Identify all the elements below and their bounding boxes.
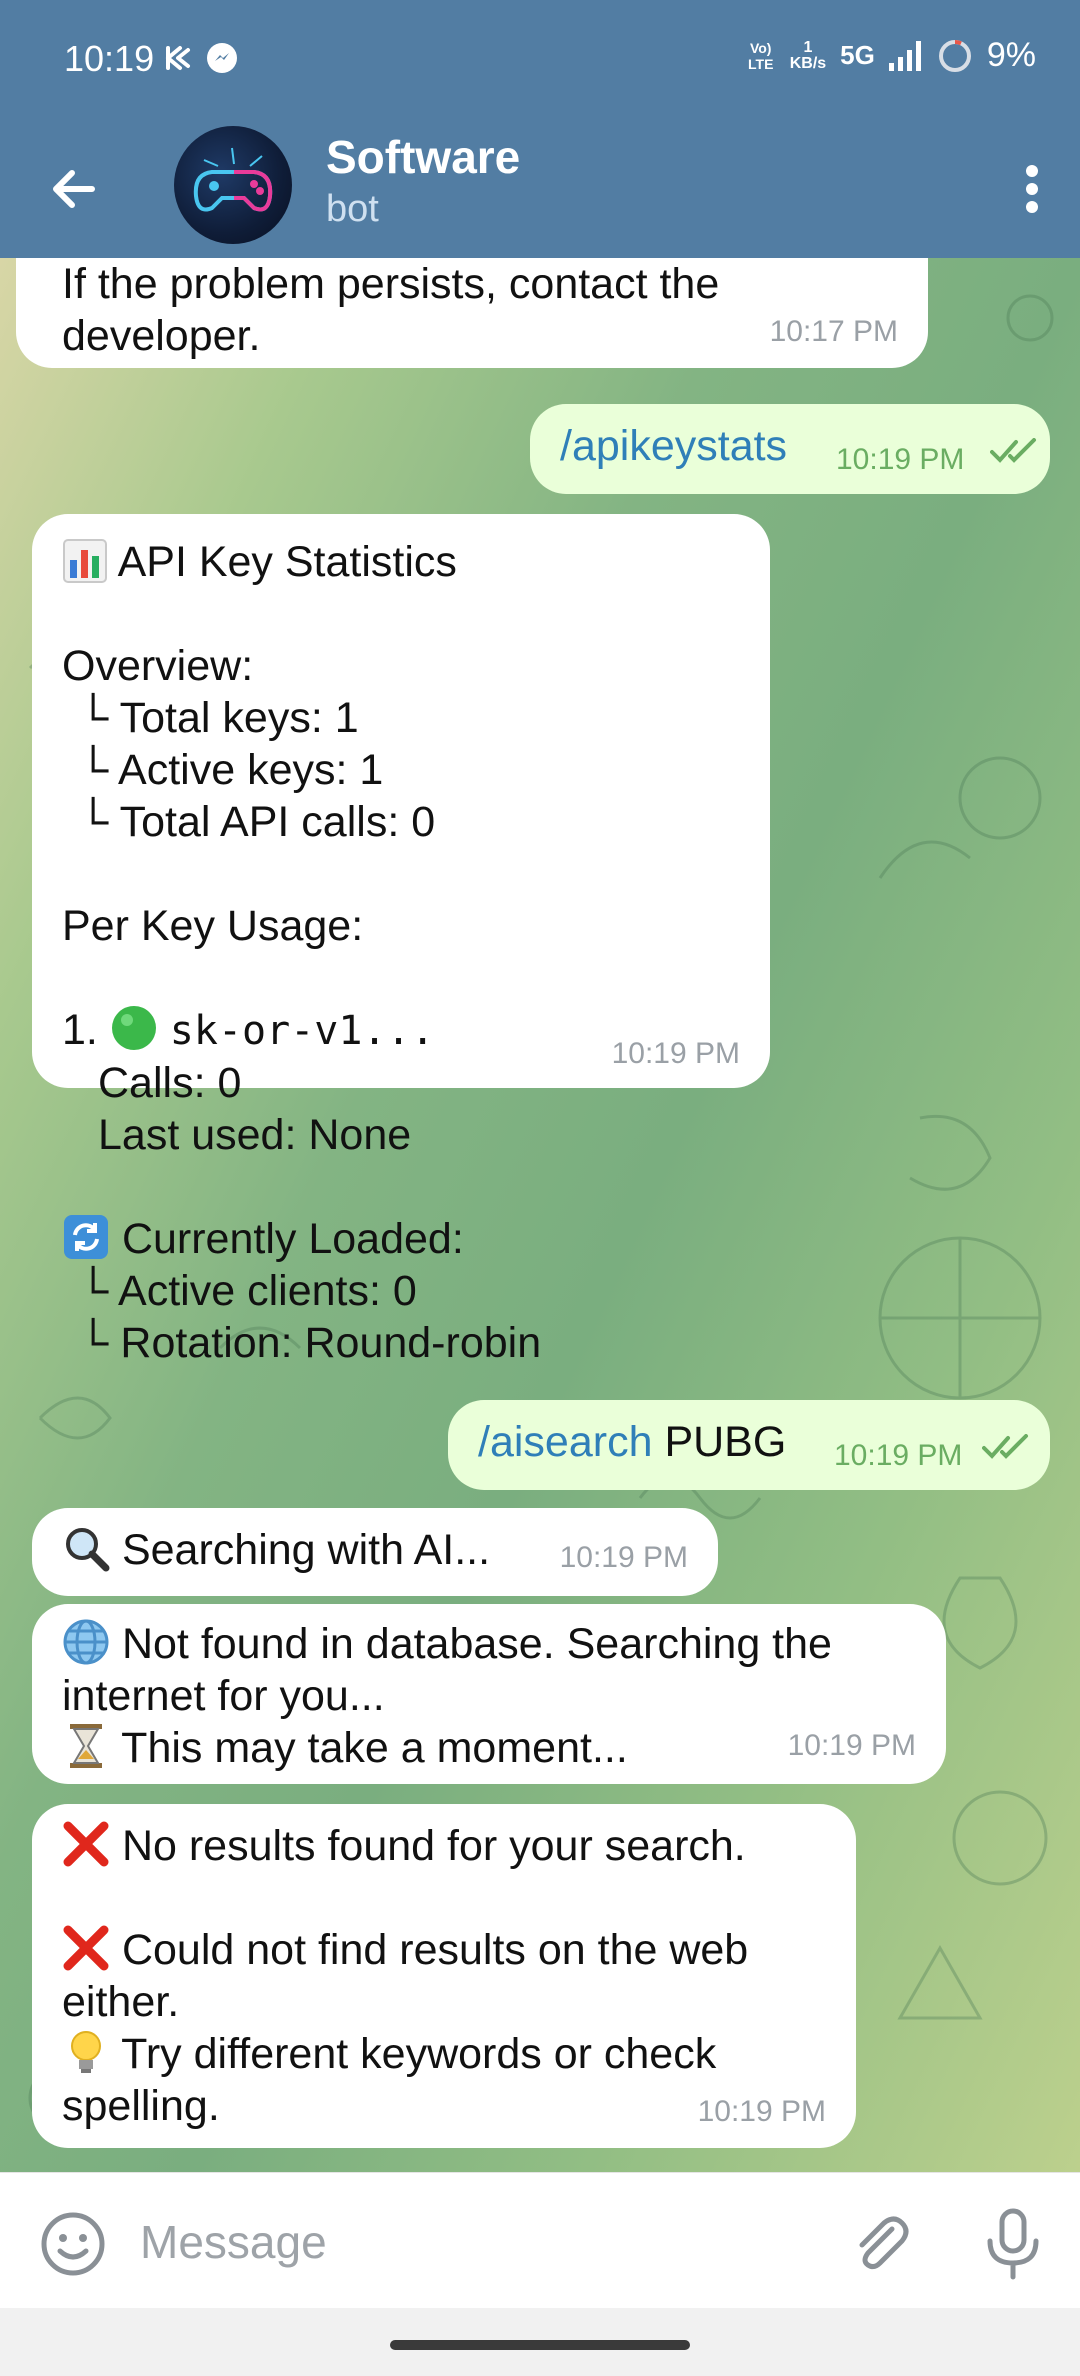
microphone-icon[interactable] <box>980 2207 1046 2281</box>
message-incoming[interactable]: If the problem persists, contact the dev… <box>16 258 928 368</box>
message-line: Not found in database. Searching the <box>62 1618 946 1670</box>
avatar[interactable] <box>174 126 292 244</box>
more-vert-icon[interactable] <box>1002 154 1062 224</box>
message-time: 10:19 PM <box>834 1439 963 1472</box>
message-line: internet for you... <box>62 1672 385 1720</box>
network-speed: 1 KB/s <box>789 38 827 72</box>
cross-mark-icon <box>63 1821 109 1867</box>
message-time: 10:19 PM <box>697 2095 826 2128</box>
message-line: No results found for your search. <box>62 1820 856 1872</box>
status-bar: 10:19 Vo) LTE 1 KB/s 5G 9% <box>0 0 1080 120</box>
light-bulb-icon <box>71 2031 101 2073</box>
loaded-label: Currently Loaded: <box>121 1215 464 1263</box>
loaded-item: └ Active clients: 0 <box>78 1267 417 1315</box>
message-line: either. <box>62 1978 180 2026</box>
chat-title[interactable]: Software <box>326 130 520 184</box>
message-line: Try different keywords or check <box>62 2028 856 2080</box>
message-line: Could not find results on the web <box>62 1924 856 1976</box>
green-circle-icon <box>111 1006 156 1050</box>
messenger-notification-icon <box>207 43 237 73</box>
app-notification-icon <box>166 46 190 70</box>
signal-icon <box>888 40 921 71</box>
message-time: 10:19 PM <box>559 1541 688 1574</box>
message-outgoing[interactable]: /aisearch PUBG 10:19 PM <box>448 1400 1050 1490</box>
command-argument: PUBG <box>664 1418 787 1466</box>
overview-item: └ Active keys: 1 <box>78 746 384 794</box>
message-incoming[interactable]: No results found for your search. Could … <box>32 1804 856 2148</box>
message-time: 10:17 PM <box>769 315 898 348</box>
magnifier-icon <box>66 1528 110 1572</box>
home-gesture-handle[interactable] <box>390 2340 690 2350</box>
chat-area[interactable]: If the problem persists, contact the dev… <box>0 258 1080 2172</box>
smile-icon[interactable] <box>40 2211 106 2277</box>
stats-title: API Key Statistics <box>117 538 457 586</box>
read-ticks-icon <box>982 1434 1028 1459</box>
chat-header: Software bot <box>0 120 1080 258</box>
loaded-line: Currently Loaded: <box>62 1213 770 1265</box>
stats-title-line: API Key Statistics <box>62 536 770 588</box>
overview-item: └ Total keys: 1 <box>78 694 359 742</box>
message-time: 10:19 PM <box>836 443 965 476</box>
network-type: 5G <box>840 40 875 70</box>
chat-subtitle: bot <box>326 188 379 230</box>
battery-percent: 9% <box>986 36 1036 74</box>
paperclip-icon[interactable] <box>848 2211 914 2277</box>
key-last-used: Last used: None <box>98 1111 412 1159</box>
key-name: sk-or-v1... <box>169 1008 435 1054</box>
message-time: 10:19 PM <box>611 1037 740 1070</box>
overview-item: └ Total API calls: 0 <box>78 798 436 846</box>
message-time: 10:19 PM <box>787 1729 916 1762</box>
gamepad-icon <box>193 147 273 212</box>
battery-icon <box>938 39 971 72</box>
command-link[interactable]: /apikeystats <box>560 422 787 470</box>
refresh-icon <box>64 1215 108 1259</box>
speed-unit: KB/s <box>789 54 827 72</box>
command-link[interactable]: /aisearch <box>478 1418 652 1466</box>
system-nav-bar <box>0 2308 1080 2376</box>
volte-label: Vo) LTE <box>748 39 774 72</box>
message-incoming[interactable]: Not found in database. Searching the int… <box>32 1604 946 1784</box>
key-index: 1. <box>62 1006 98 1054</box>
speed-value: 1 <box>803 38 813 56</box>
bar-chart-icon <box>63 539 107 583</box>
arrow-left-icon[interactable] <box>40 154 110 224</box>
message-incoming[interactable]: Searching with AI... 10:19 PM <box>32 1508 718 1596</box>
message-input[interactable] <box>138 2203 822 2281</box>
cross-mark-icon <box>63 1925 109 1971</box>
message-incoming[interactable]: API Key Statistics Overview: └ Total key… <box>32 514 770 1367</box>
overview-label: Overview: <box>62 642 254 690</box>
message-text: Searching with AI... <box>121 1526 491 1574</box>
read-ticks-icon <box>990 438 1036 463</box>
message-outgoing[interactable]: /apikeystats 10:19 PM <box>530 404 1050 494</box>
message-composer <box>0 2172 1080 2309</box>
status-indicators: Vo) LTE 1 KB/s 5G 9% <box>746 36 1036 75</box>
per-key-label: Per Key Usage: <box>62 902 364 950</box>
hourglass-icon <box>70 1724 102 1768</box>
status-time: 10:19 <box>64 38 155 79</box>
globe-icon <box>63 1619 109 1665</box>
loaded-item: └ Rotation: Round-robin <box>78 1319 542 1367</box>
